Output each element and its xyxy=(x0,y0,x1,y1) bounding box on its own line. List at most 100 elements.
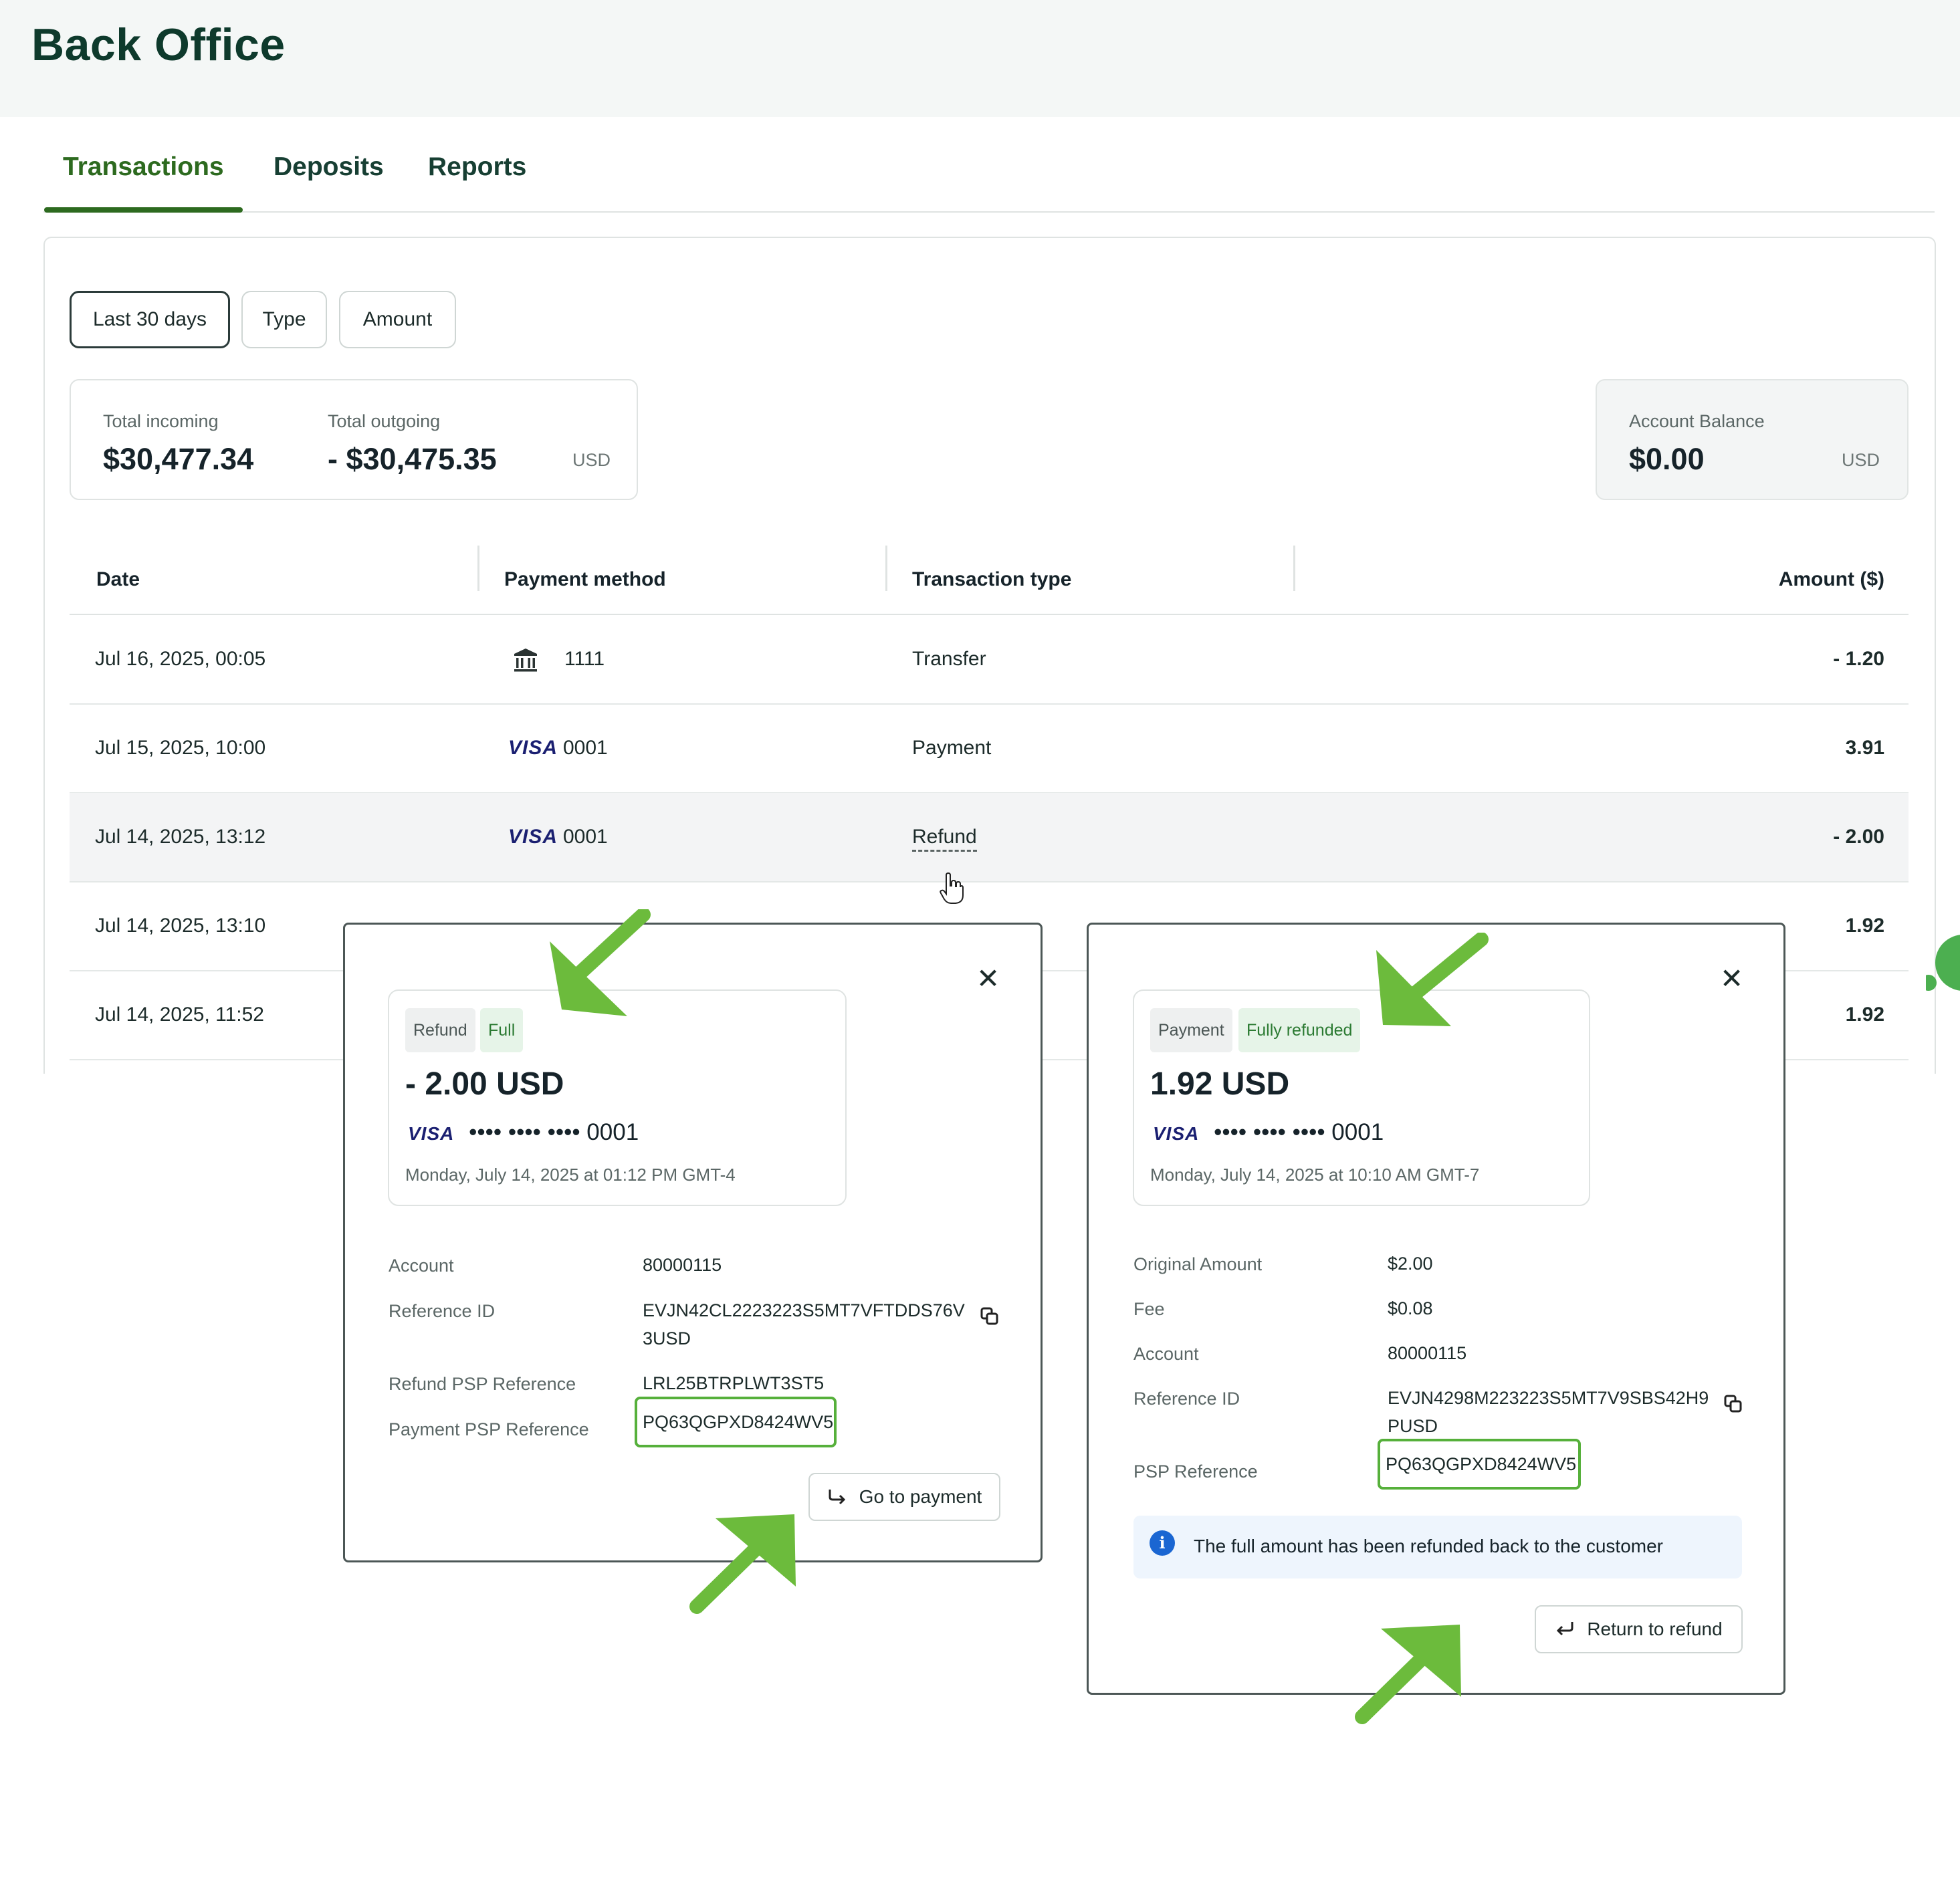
close-icon[interactable]: ✕ xyxy=(1720,965,1743,993)
filter-last-30-days[interactable]: Last 30 days xyxy=(70,291,230,348)
row-amount: - 1.20 xyxy=(1833,648,1884,670)
reference-id-label: Reference ID xyxy=(389,1301,496,1321)
refund-details-modal: ✕ Refund Full - 2.00 USD VISA •••• •••• … xyxy=(343,923,1043,1562)
account-label: Account xyxy=(389,1256,454,1276)
row-method-last4: 1111 xyxy=(564,648,605,670)
column-divider xyxy=(477,546,479,591)
payment-date: Monday, July 14, 2025 at 10:10 AM GMT-7 xyxy=(1150,1165,1480,1185)
totals-summary: Total incoming $30,477.34 Total outgoing… xyxy=(70,379,638,500)
visa-icon: VISA xyxy=(1153,1123,1200,1144)
type-badge: Refund xyxy=(405,1008,475,1052)
fee-value: $0.08 xyxy=(1388,1298,1433,1318)
reference-id-value: EVJN42CL2223223S5MT7VFTDDS76V 3USD xyxy=(643,1300,965,1348)
filter-type[interactable]: Type xyxy=(241,291,327,348)
account-value: 80000115 xyxy=(643,1255,722,1275)
refund-amount: - 2.00 USD xyxy=(405,1066,564,1102)
status-badge: Fully refunded xyxy=(1238,1008,1361,1052)
go-to-payment-button[interactable]: Go to payment xyxy=(808,1473,1000,1521)
hand-cursor-icon xyxy=(940,872,964,904)
copy-icon[interactable] xyxy=(1723,1394,1743,1414)
balance-currency: USD xyxy=(1842,450,1880,470)
total-outgoing-value: - $30,475.35 xyxy=(328,442,497,476)
row-method-last4: 0001 xyxy=(563,826,608,848)
bank-icon xyxy=(512,615,539,703)
return-arrow-icon xyxy=(1557,1622,1573,1636)
row-date: Jul 14, 2025, 13:12 xyxy=(95,826,266,848)
original-amount-label: Original Amount xyxy=(1133,1254,1263,1274)
row-method-last4: 0001 xyxy=(563,737,608,759)
annotation-arrow-icon xyxy=(1376,933,1489,1026)
tab-transactions[interactable]: Transactions xyxy=(44,144,243,213)
total-outgoing-label: Total outgoing xyxy=(328,411,441,431)
psp-reference-value: PQ63QGPXD8424WV5 xyxy=(1378,1439,1581,1490)
annotation-arrow-icon xyxy=(550,909,651,1016)
payment-psp-label: Payment PSP Reference xyxy=(389,1419,589,1439)
arrow-turn-right-icon xyxy=(829,1490,845,1505)
table-row[interactable]: Jul 14, 2025, 13:12 VISA 0001 Refund - 2… xyxy=(70,793,1909,882)
row-type-link[interactable]: Refund xyxy=(912,793,977,881)
row-amount: - 2.00 xyxy=(1833,826,1884,848)
column-divider xyxy=(1293,546,1295,591)
app-header: Back Office xyxy=(0,0,1960,117)
visa-icon: VISA xyxy=(508,737,558,759)
table-row[interactable]: Jul 15, 2025, 10:00 VISA 0001 Payment 3.… xyxy=(70,704,1909,794)
balance-label: Account Balance xyxy=(1629,411,1765,431)
col-date[interactable]: Date xyxy=(96,546,140,614)
payment-summary-card: Payment Fully refunded 1.92 USD VISA •••… xyxy=(1133,989,1590,1206)
col-amount[interactable]: Amount ($) xyxy=(1779,546,1884,614)
status-badge: Full xyxy=(480,1008,524,1052)
visa-icon: VISA xyxy=(408,1123,455,1144)
card-number: VISA •••• •••• •••• 0001 xyxy=(1153,1119,1384,1145)
account-value: 80000115 xyxy=(1388,1343,1467,1363)
table-header: Date Payment method Transaction type Amo… xyxy=(70,546,1909,615)
tab-bar: Transactions Deposits Reports xyxy=(43,144,1935,213)
info-text: The full amount has been refunded back t… xyxy=(1194,1536,1663,1556)
balance-value: $0.00 xyxy=(1629,442,1705,476)
row-amount: 1.92 xyxy=(1845,1004,1884,1026)
payment-psp-value: PQ63QGPXD8424WV5 xyxy=(635,1397,837,1447)
tab-deposits[interactable]: Deposits xyxy=(274,144,384,211)
refund-psp-value: LRL25BTRPLWT3ST5 xyxy=(643,1373,825,1393)
copy-icon[interactable] xyxy=(980,1306,1000,1326)
row-date: Jul 14, 2025, 13:10 xyxy=(95,915,266,937)
visa-icon: VISA xyxy=(508,826,558,848)
annotation-arrow-icon xyxy=(689,1514,796,1614)
refund-info-banner: i The full amount has been refunded back… xyxy=(1133,1516,1742,1578)
type-badge: Payment xyxy=(1150,1008,1232,1052)
row-amount: 3.91 xyxy=(1845,737,1884,759)
table-row[interactable]: Jul 16, 2025, 00:05 1111 Transfer - 1.20 xyxy=(70,615,1909,705)
payment-amount: 1.92 USD xyxy=(1150,1066,1290,1102)
refund-date: Monday, July 14, 2025 at 01:12 PM GMT-4 xyxy=(405,1165,736,1185)
total-incoming-label: Total incoming xyxy=(103,411,219,431)
col-payment-method[interactable]: Payment method xyxy=(504,546,666,614)
row-date: Jul 14, 2025, 11:52 xyxy=(95,1004,264,1026)
row-type: Payment xyxy=(912,737,992,759)
account-balance: Account Balance $0.00 USD xyxy=(1596,379,1909,500)
card-number: VISA •••• •••• •••• 0001 xyxy=(408,1119,639,1145)
psp-reference-label: PSP Reference xyxy=(1133,1461,1258,1482)
col-transaction-type[interactable]: Transaction type xyxy=(912,546,1071,614)
go-to-payment-label: Go to payment xyxy=(859,1486,982,1507)
total-incoming-value: $30,477.34 xyxy=(103,442,254,476)
annotation-arrow-icon xyxy=(1355,1625,1461,1724)
row-date: Jul 15, 2025, 10:00 xyxy=(95,737,266,759)
return-to-refund-button[interactable]: Return to refund xyxy=(1535,1605,1743,1653)
filter-amount[interactable]: Amount xyxy=(339,291,456,348)
return-to-refund-label: Return to refund xyxy=(1587,1619,1723,1639)
fee-label: Fee xyxy=(1133,1299,1165,1319)
original-amount-value: $2.00 xyxy=(1388,1254,1433,1274)
row-amount: 1.92 xyxy=(1845,915,1884,937)
app-title: Back Office xyxy=(31,19,286,70)
info-icon: i xyxy=(1150,1530,1175,1556)
column-divider xyxy=(885,546,887,591)
account-label: Account xyxy=(1133,1344,1199,1364)
close-icon[interactable]: ✕ xyxy=(976,965,1000,993)
payment-details-modal: ✕ Payment Fully refunded 1.92 USD VISA •… xyxy=(1087,923,1785,1695)
tab-reports[interactable]: Reports xyxy=(428,144,526,211)
row-type: Transfer xyxy=(912,648,986,670)
totals-currency: USD xyxy=(572,450,611,470)
reference-id-value: EVJN4298M223223S5MT7V9SBS42H9 PUSD xyxy=(1388,1388,1709,1436)
chat-launcher-icon[interactable] xyxy=(1926,933,1960,999)
row-date: Jul 16, 2025, 00:05 xyxy=(95,648,266,670)
reference-id-label: Reference ID xyxy=(1133,1389,1240,1409)
